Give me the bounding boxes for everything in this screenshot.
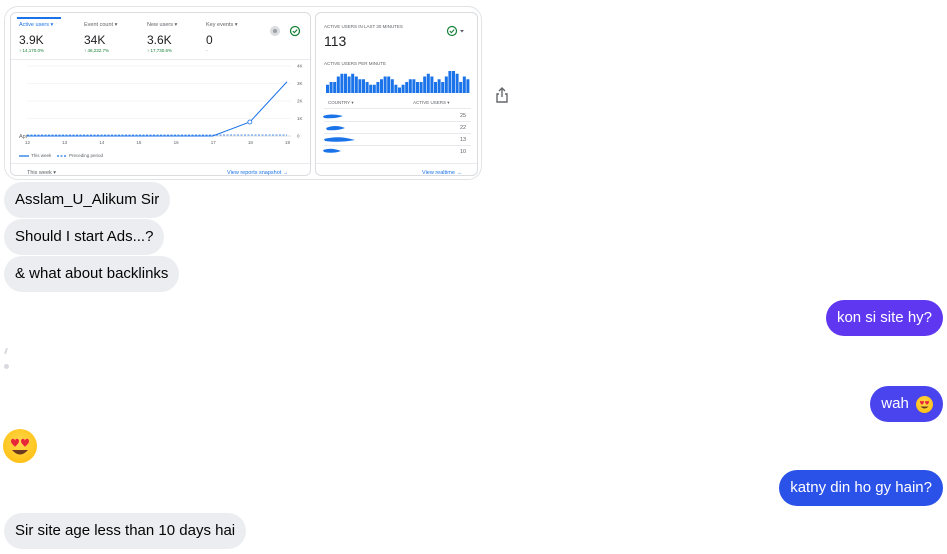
- realtime-value: 113: [324, 33, 347, 49]
- row-value: 22: [460, 125, 467, 131]
- period-dropdown[interactable]: This week ▾: [27, 170, 56, 176]
- realtime-bar: [369, 84, 373, 93]
- heart-eyes-emoji-icon[interactable]: [3, 429, 37, 463]
- check-circle-dropdown-icon[interactable]: [446, 25, 468, 37]
- realtime-bar: [441, 82, 445, 93]
- realtime-bar: [455, 73, 459, 93]
- realtime-bar: [390, 79, 394, 93]
- x-tick-label: 18: [248, 140, 254, 145]
- realtime-bar: [452, 71, 455, 93]
- incoming-message[interactable]: & what about backlinks: [4, 256, 180, 292]
- realtime-card: ACTIVE USERS IN LAST 30 MINUTES 113 ACTI…: [315, 12, 478, 176]
- view-reports-snapshot-link[interactable]: View reports snapshot →: [227, 170, 288, 176]
- realtime-bar: [329, 82, 333, 93]
- outgoing-message[interactable]: katny din ho gy hain?: [779, 470, 943, 506]
- realtime-title: ACTIVE USERS IN LAST 30 MINUTES: [324, 24, 403, 29]
- x-tick-label: 12: [25, 140, 31, 145]
- realtime-bar: [394, 84, 398, 93]
- realtime-bar: [408, 79, 412, 93]
- share-icon[interactable]: [494, 86, 510, 104]
- legend-line-dashed: [57, 155, 67, 157]
- legend-line-solid: [19, 155, 29, 157]
- realtime-bar: [351, 73, 355, 93]
- realtime-bar: [383, 76, 387, 93]
- row-value: 25: [460, 113, 467, 119]
- country-column-header: COUNTRY ▾: [328, 100, 354, 105]
- realtime-bar: [362, 79, 365, 93]
- realtime-bar-chart: [326, 71, 470, 93]
- y-tick-label: 2K: [297, 99, 303, 104]
- seen-marker: [4, 347, 8, 355]
- redaction-scribble: [323, 114, 355, 153]
- series-line-this-week: [27, 81, 288, 137]
- per-minute-label: ACTIVE USERS PER MINUTE: [324, 61, 387, 66]
- view-realtime-link[interactable]: View realtime →: [422, 170, 462, 176]
- message-text: wah: [881, 395, 909, 412]
- line-chart: 4K 3K 2K 1K 0 12 13 14 15 16 17 18 19: [25, 64, 303, 146]
- realtime-bar: [398, 87, 401, 93]
- x-tick-label: 13: [62, 140, 68, 145]
- x-tick-label: 15: [136, 140, 142, 145]
- realtime-bar: [387, 76, 391, 93]
- heart-eyes-emoji-icon: [916, 395, 933, 413]
- realtime-bar: [416, 82, 419, 93]
- realtime-bar: [340, 73, 344, 93]
- realtime-bar: [462, 76, 466, 93]
- y-tick-label: 4K: [297, 64, 303, 69]
- realtime-bar: [430, 76, 434, 93]
- realtime-bar: [365, 82, 369, 93]
- realtime-bar: [466, 79, 470, 93]
- incoming-message[interactable]: Asslam_U_Alikum Sir: [4, 182, 171, 218]
- realtime-bar: [448, 71, 452, 93]
- x-axis-month: Apr: [19, 134, 28, 140]
- realtime-bar: [434, 82, 437, 93]
- x-tick-label: 17: [211, 140, 217, 145]
- y-tick-label: 1K: [297, 116, 303, 121]
- realtime-bar: [419, 82, 423, 93]
- realtime-bar: [358, 79, 362, 93]
- realtime-bar: [326, 84, 329, 93]
- realtime-bar: [336, 76, 340, 93]
- realtime-bar: [372, 84, 376, 93]
- x-tick-label: 14: [99, 140, 105, 145]
- footer-divider: [11, 163, 310, 164]
- outgoing-message[interactable]: kon si site hy?: [825, 300, 943, 336]
- y-tick-label: 0: [297, 134, 300, 139]
- realtime-bar: [412, 79, 416, 93]
- data-point: [247, 119, 253, 125]
- realtime-bar: [354, 76, 358, 93]
- legend-this-week: This week: [31, 153, 52, 158]
- legend-preceding-period: Preceding period: [69, 153, 104, 158]
- realtime-bar: [344, 73, 347, 93]
- x-tick-label: 16: [174, 140, 180, 145]
- realtime-bar: [459, 82, 463, 93]
- y-tick-label: 3K: [297, 81, 303, 86]
- realtime-bar: [401, 84, 405, 93]
- realtime-bar: [437, 79, 441, 93]
- realtime-bar: [405, 82, 409, 93]
- realtime-bar: [423, 76, 427, 93]
- active-users-column-header: ACTIVE USERS ▾: [413, 100, 450, 105]
- realtime-bar: [380, 79, 383, 93]
- incoming-message[interactable]: Should I start Ads...?: [4, 219, 165, 255]
- realtime-bar: [444, 76, 448, 93]
- incoming-message[interactable]: Sir site age less than 10 days hai: [4, 513, 247, 549]
- realtime-bar: [426, 73, 430, 93]
- realtime-bar: [347, 76, 351, 93]
- realtime-bar: [376, 82, 380, 93]
- realtime-bar: [333, 82, 337, 93]
- analytics-screenshot-attachment[interactable]: Active users ▾ 3.9K ↑ 14,170.0% Event co…: [4, 6, 482, 180]
- row-value: 13: [460, 137, 467, 143]
- analytics-overview-card: Active users ▾ 3.9K ↑ 14,170.0% Event co…: [10, 12, 311, 176]
- seen-marker: [4, 364, 9, 369]
- row-value: 10: [460, 149, 467, 155]
- x-tick-label: 19: [285, 140, 291, 145]
- outgoing-message[interactable]: wah: [870, 386, 943, 422]
